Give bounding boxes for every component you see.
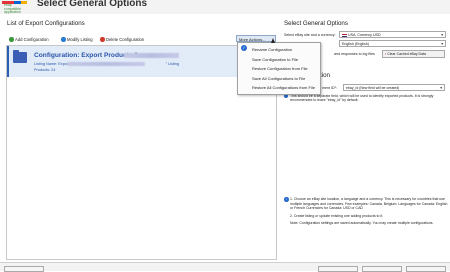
chevron-down-icon: ▾ bbox=[440, 86, 442, 90]
menu-item-rename[interactable]: Rename Configuration bbox=[252, 47, 292, 52]
mouse-cursor-icon bbox=[271, 38, 275, 43]
help-icon: i bbox=[284, 197, 289, 202]
chevron-down-icon: ▾ bbox=[441, 33, 443, 37]
site-currency-select[interactable]: USA, Currency USD ▾ bbox=[339, 31, 446, 38]
general-options-title: Select General Options bbox=[284, 20, 348, 27]
menu-item-restore-all[interactable]: Restore All Configurations from File bbox=[252, 85, 315, 90]
redacted-listing-name bbox=[67, 62, 145, 66]
instructions-text: 1. Choose an eBay site location, a langu… bbox=[290, 197, 448, 225]
folder-icon bbox=[13, 52, 27, 63]
more-actions-button[interactable]: More Actions... bbox=[236, 35, 276, 42]
modify-icon bbox=[61, 37, 66, 42]
redacted-name bbox=[124, 53, 179, 58]
site-label: Select eBay site and a currency: bbox=[284, 33, 336, 37]
configuration-product-count: Products: 24 bbox=[34, 68, 56, 72]
window-title: Select General Options bbox=[37, 0, 148, 9]
check-icon: ✓ bbox=[241, 45, 247, 51]
add-configuration-button[interactable]: Add Configuration bbox=[9, 37, 49, 42]
export-configurations-title: List of Export Configurations bbox=[7, 20, 85, 27]
us-flag-icon bbox=[342, 33, 347, 37]
menu-item-save-config[interactable]: Save Configuration to File bbox=[252, 57, 298, 62]
cancel-button[interactable] bbox=[406, 266, 446, 272]
menu-item-save-all[interactable]: Save All Configurations to File bbox=[252, 76, 305, 81]
language-select[interactable]: English (English) ▾ bbox=[339, 40, 446, 47]
add-icon bbox=[9, 37, 14, 42]
item-id-hint: This should be a separate field, which w… bbox=[290, 94, 434, 103]
help-button[interactable] bbox=[4, 266, 44, 272]
next-button[interactable] bbox=[362, 266, 402, 272]
menu-item-restore-config[interactable]: Restore Configuration from File bbox=[252, 66, 308, 71]
modify-listing-button[interactable]: Modify Listing bbox=[61, 37, 93, 42]
more-actions-menu: Rename Configuration Save Configuration … bbox=[237, 42, 321, 95]
clear-cache-button[interactable]: ▪ Clear Cached eBay Data bbox=[382, 50, 445, 58]
configuration-name: Configuration: Export Products " bbox=[34, 52, 138, 59]
delete-icon bbox=[100, 37, 105, 42]
chevron-down-icon: ▾ bbox=[441, 42, 443, 46]
ebay-compatible-logo: ebay compatible application bbox=[0, 0, 32, 14]
back-button[interactable] bbox=[318, 266, 358, 272]
delete-configuration-button[interactable]: Delete Configuration bbox=[100, 37, 144, 42]
item-id-field-select[interactable]: ebay_id (New field will be created) ▾ bbox=[343, 84, 445, 91]
